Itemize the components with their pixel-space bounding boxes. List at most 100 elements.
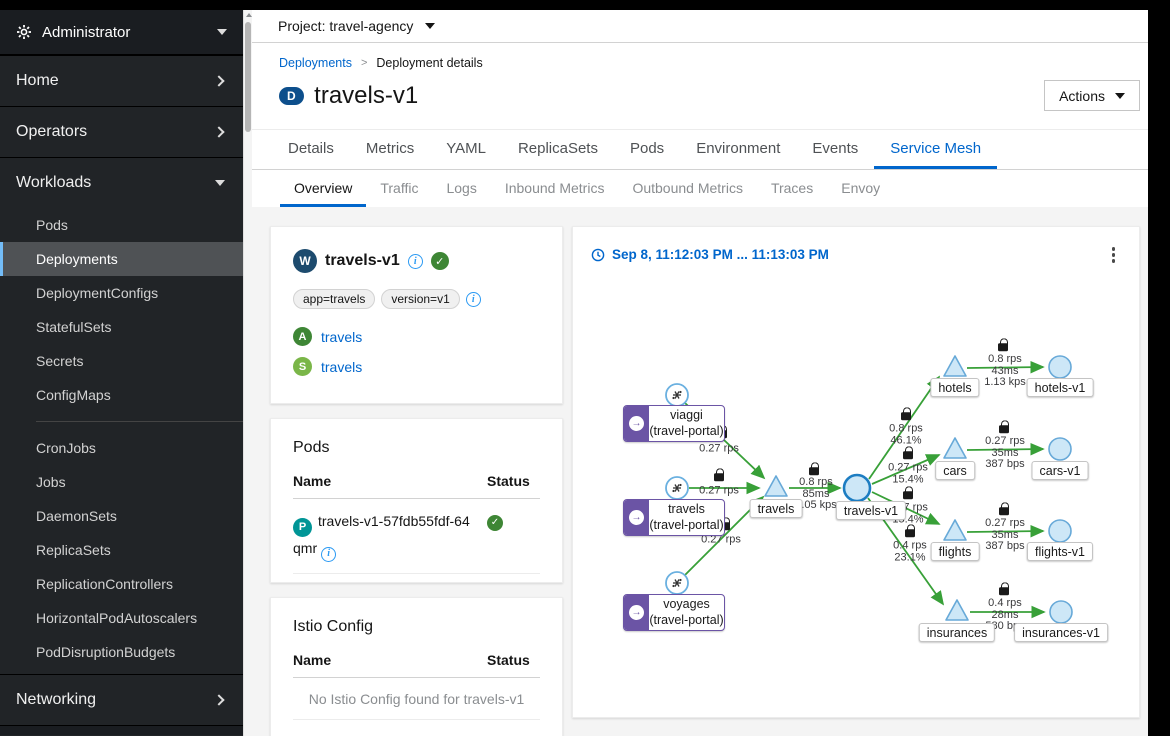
sidebar-item-networking[interactable]: Networking xyxy=(0,674,243,725)
kebab-menu-icon[interactable] xyxy=(1106,243,1122,267)
page-header: Deployments > Deployment details D trave… xyxy=(252,43,1148,129)
column-name: Name xyxy=(293,652,487,668)
label-app: app=travels xyxy=(293,289,375,309)
tab-service-mesh[interactable]: Service Mesh xyxy=(874,130,997,169)
sidebar-item-configmaps[interactable]: ConfigMaps xyxy=(0,378,243,412)
scroll-up-arrow[interactable] xyxy=(246,13,252,17)
tab-events[interactable]: Events xyxy=(796,130,874,169)
pod-badge: P xyxy=(293,518,312,537)
sidebar-item-operators[interactable]: Operators xyxy=(0,106,243,157)
workloads-subnav: Pods Deployments DeploymentConfigs State… xyxy=(0,208,243,669)
scrollbar-thumb[interactable] xyxy=(245,22,251,132)
sidebar-item-replicasets[interactable]: ReplicaSets xyxy=(0,533,243,567)
sidebar-next-section xyxy=(0,725,243,735)
sidebar-item-pods[interactable]: Pods xyxy=(0,208,243,242)
tab-replicasets[interactable]: ReplicaSets xyxy=(502,130,614,169)
caret-down-icon[interactable] xyxy=(425,23,435,29)
node-namespace: (travel-portal) xyxy=(649,424,723,440)
node-insurances-v1[interactable]: insurances-v1 xyxy=(1014,623,1108,642)
mtls-lock-icon xyxy=(998,343,1008,351)
sidebar-item-secrets[interactable]: Secrets xyxy=(0,344,243,378)
service-link[interactable]: travels xyxy=(321,359,362,375)
node-flights-v1[interactable]: flights-v1 xyxy=(1027,542,1093,561)
console-window: Administrator Home Operators Workloads P… xyxy=(0,10,1148,736)
subtab-inbound-metrics[interactable]: Inbound Metrics xyxy=(491,170,619,207)
sidebar-item-daemonsets[interactable]: DaemonSets xyxy=(0,499,243,533)
node-insurances[interactable]: insurances xyxy=(919,623,995,642)
app-badge: A xyxy=(293,327,312,346)
subtab-envoy[interactable]: Envoy xyxy=(827,170,894,207)
tab-details[interactable]: Details xyxy=(272,130,350,169)
istio-empty-message: No Istio Config found for travels-v1 xyxy=(293,678,540,720)
mtls-lock-icon xyxy=(999,425,1009,433)
node-flights[interactable]: flights xyxy=(931,542,980,561)
sidebar-item-horizontalpodautoscalers[interactable]: HorizontalPodAutoscalers xyxy=(0,601,243,635)
pod-status-ok-icon xyxy=(487,515,503,531)
node-label: viaggi xyxy=(670,408,703,424)
mtls-lock-icon xyxy=(999,507,1009,515)
sidebar-item-cronjobs[interactable]: CronJobs xyxy=(0,431,243,465)
sidebar-item-deployments[interactable]: Deployments xyxy=(0,242,243,276)
node-travels-v1[interactable]: travels-v1 xyxy=(836,501,906,520)
node-viaggi-travel-portal[interactable]: viaggi(travel-portal) xyxy=(623,405,725,442)
tab-pods[interactable]: Pods xyxy=(614,130,680,169)
subtab-traces[interactable]: Traces xyxy=(757,170,827,207)
info-icon[interactable] xyxy=(408,254,423,269)
edge-label: 0.8 rps 46.1% xyxy=(889,424,923,447)
edge-label: 0.8 rps 43ms 1.13 kps xyxy=(984,354,1026,389)
label-version: version=v1 xyxy=(381,289,459,309)
subnav-divider xyxy=(36,421,243,422)
info-icon[interactable] xyxy=(466,292,481,307)
sidebar: Administrator Home Operators Workloads P… xyxy=(0,10,243,736)
project-bar: Project: travel-agency xyxy=(252,10,1148,43)
node-voyages-travel-portal[interactable]: voyages(travel-portal) xyxy=(623,594,725,631)
tab-environment[interactable]: Environment xyxy=(680,130,796,169)
service-mesh-subtabs: Overview Traffic Logs Inbound Metrics Ou… xyxy=(252,170,1148,207)
sidebar-item-statefulsets[interactable]: StatefulSets xyxy=(0,310,243,344)
sidebar-item-poddisruptionbudgets[interactable]: PodDisruptionBudgets xyxy=(0,635,243,669)
app-link[interactable]: travels xyxy=(321,329,362,345)
pods-card: Pods Name Status Ptravels-v1-57fdb55fdf-… xyxy=(270,418,563,583)
mtls-lock-icon xyxy=(903,491,913,499)
sidebar-item-deploymentconfigs[interactable]: DeploymentConfigs xyxy=(0,276,243,310)
tab-metrics[interactable]: Metrics xyxy=(350,130,430,169)
subtab-outbound-metrics[interactable]: Outbound Metrics xyxy=(618,170,757,207)
node-travels-service[interactable]: travels xyxy=(750,499,803,518)
sidebar-item-replicationcontrollers[interactable]: ReplicationControllers xyxy=(0,567,243,601)
node-namespace: (travel-portal) xyxy=(649,613,723,629)
sidebar-item-home[interactable]: Home xyxy=(0,55,243,106)
node-hotels[interactable]: hotels xyxy=(930,378,979,397)
workload-badge: W xyxy=(293,249,317,273)
mtls-lock-icon xyxy=(714,473,724,481)
node-travels-travel-portal[interactable]: travels(travel-portal) xyxy=(623,499,725,536)
column-status: Status xyxy=(487,652,540,668)
deployment-badge: D xyxy=(279,87,304,105)
caret-down-icon xyxy=(217,29,227,35)
caret-down-icon xyxy=(1115,93,1125,99)
subtab-traffic[interactable]: Traffic xyxy=(366,170,432,207)
sidebar-item-workloads[interactable]: Workloads xyxy=(0,157,243,208)
edge-label: 0.27 rps xyxy=(699,485,739,497)
app-box-stripe xyxy=(624,595,649,630)
sidebar-item-jobs[interactable]: Jobs xyxy=(0,465,243,499)
perspective-switcher[interactable]: Administrator xyxy=(0,10,243,55)
node-cars-v1[interactable]: cars-v1 xyxy=(1032,461,1089,480)
sidebar-scrollbar[interactable] xyxy=(243,10,252,736)
nav-label: Networking xyxy=(16,691,96,709)
tab-yaml[interactable]: YAML xyxy=(430,130,502,169)
project-selector[interactable]: Project: travel-agency xyxy=(278,18,413,34)
breadcrumb-deployments-link[interactable]: Deployments xyxy=(279,56,352,70)
subtab-logs[interactable]: Logs xyxy=(432,170,490,207)
pod-name: travels-v1-57fdb55fdf-64qmr xyxy=(293,513,470,556)
detail-tabs: Details Metrics YAML ReplicaSets Pods En… xyxy=(252,129,1148,170)
graph-time-range[interactable]: Sep 8, 11:12:03 PM ... 11:13:03 PM xyxy=(612,247,829,262)
breadcrumb-current: Deployment details xyxy=(376,56,482,70)
node-label: voyages xyxy=(663,597,710,613)
info-icon[interactable] xyxy=(321,547,336,562)
node-hotels-v1[interactable]: hotels-v1 xyxy=(1027,378,1094,397)
subtab-overview[interactable]: Overview xyxy=(280,170,366,207)
actions-button[interactable]: Actions xyxy=(1044,80,1140,111)
mtls-lock-icon xyxy=(809,467,819,475)
node-cars[interactable]: cars xyxy=(935,461,975,480)
overview-content: W travels-v1 app=travels version=v1 A tr… xyxy=(252,207,1148,736)
